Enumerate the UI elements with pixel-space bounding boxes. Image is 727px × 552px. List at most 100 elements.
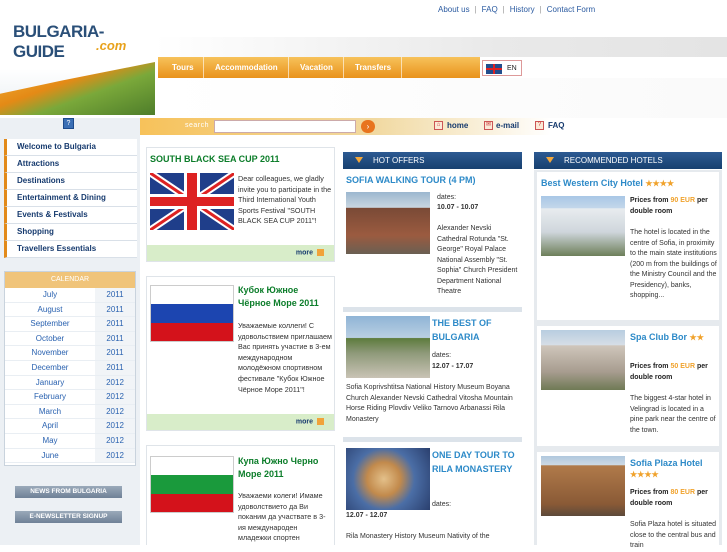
- home-link[interactable]: home: [447, 121, 468, 130]
- mail-icon: ✉: [484, 121, 493, 130]
- search-go-button[interactable]: ›: [361, 120, 375, 133]
- contact-link[interactable]: Contact Form: [547, 5, 595, 14]
- calendar-year[interactable]: 2011: [95, 360, 135, 375]
- calendar-month[interactable]: April: [5, 419, 95, 433]
- offer-photo[interactable]: [346, 448, 430, 510]
- news-card: SOUTH BLACK SEA CUP 2011 Dear colleagues…: [146, 147, 335, 262]
- offer-title[interactable]: SOFIA WALKING TOUR (4 PM): [346, 173, 476, 187]
- news-footer: more: [147, 245, 334, 261]
- language-label: EN: [507, 65, 517, 72]
- hotel-price: Prices from 90 EUR per double room: [630, 197, 708, 215]
- offer-photo[interactable]: [346, 316, 430, 378]
- hotel-name-row: Best Western City Hotel ★★★★: [541, 178, 674, 188]
- hotel-name[interactable]: Spa Club Bor: [630, 332, 687, 342]
- more-link[interactable]: more: [296, 418, 324, 425]
- menu-item-entertainment[interactable]: Entertainment & Dining: [4, 190, 137, 207]
- more-link[interactable]: more: [296, 249, 324, 256]
- nav-divider: [203, 57, 204, 78]
- news-from-bulgaria-button[interactable]: NEWS FROM BULGARIA: [15, 486, 122, 498]
- hotel-text: Sofia Plaza hotel is situated close to t…: [630, 521, 716, 549]
- hotel-card: Spa Club Bor ★★ Prices from 50 EUR per d…: [537, 326, 719, 446]
- search-input[interactable]: [214, 120, 356, 133]
- offer-dates-label: dates:: [437, 194, 457, 201]
- nav-accommodation[interactable]: Accommodation: [215, 63, 278, 72]
- calendar-month[interactable]: March: [5, 405, 95, 419]
- hotel-name[interactable]: Best Western City Hotel: [541, 178, 643, 188]
- calendar-month[interactable]: May: [5, 434, 95, 448]
- faq-quick-link[interactable]: FAQ: [548, 121, 564, 130]
- nav-tours[interactable]: Tours: [172, 63, 194, 72]
- menu-item-welcome[interactable]: Welcome to Bulgaria: [4, 139, 137, 156]
- calendar-year[interactable]: 2012: [95, 448, 135, 463]
- hotel-name-row: Sofia Plaza Hotel ★★★★: [630, 458, 718, 480]
- hotel-text: The hotel is located in the centre of So…: [630, 229, 717, 299]
- calendar-month[interactable]: November: [5, 346, 95, 360]
- newsletter-signup-button[interactable]: E-NEWSLETTER SIGNUP: [15, 511, 122, 523]
- star-rating-icon: ★★★★: [645, 179, 675, 188]
- calendar-month[interactable]: July: [5, 288, 95, 302]
- calendar-month[interactable]: September: [5, 317, 95, 331]
- menu-item-events[interactable]: Events & Festivals: [4, 207, 137, 224]
- calendar-year[interactable]: 2012: [95, 404, 135, 419]
- calendar-month[interactable]: February: [5, 390, 95, 404]
- site-logo[interactable]: BULGARIA-GUIDE .com: [0, 0, 155, 115]
- hotel-photo[interactable]: [541, 456, 625, 516]
- nav-transfers[interactable]: Transfers: [355, 63, 391, 72]
- calendar-month[interactable]: January: [5, 376, 95, 390]
- calendar-month[interactable]: June: [5, 449, 95, 463]
- offer-title[interactable]: THE BEST OF BULGARIA: [432, 316, 520, 344]
- question-icon: ?: [535, 121, 544, 130]
- calendar-row: February 2012: [5, 390, 135, 405]
- calendar-year[interactable]: 2012: [95, 375, 135, 390]
- calendar-year[interactable]: 2012: [95, 390, 135, 404]
- news-title[interactable]: Кубок Южное Чёрное Море 2011: [238, 284, 333, 310]
- about-link[interactable]: About us: [438, 5, 470, 14]
- history-link[interactable]: History: [510, 5, 535, 14]
- calendar-year[interactable]: 2012: [95, 433, 135, 448]
- star-rating-icon: ★★: [689, 333, 704, 342]
- header-band: [155, 37, 727, 57]
- calendar-row: November 2011: [5, 346, 135, 361]
- news-card: Купа Южно Черно Море 2011 Уважаеми колег…: [146, 445, 335, 545]
- logo-graphic: [0, 62, 155, 115]
- logo-text: BULGARIA-GUIDE: [13, 22, 104, 61]
- calendar-row: June 2012: [5, 448, 135, 464]
- hotel-name[interactable]: Sofia Plaza Hotel: [630, 458, 703, 468]
- menu-item-shopping[interactable]: Shopping: [4, 224, 137, 241]
- star-rating-icon: ★★★★: [630, 470, 659, 479]
- hotel-photo[interactable]: [541, 196, 625, 256]
- news-title[interactable]: SOUTH BLACK SEA CUP 2011: [150, 154, 280, 164]
- calendar-row: December 2011: [5, 360, 135, 376]
- faq-link[interactable]: FAQ: [482, 5, 498, 14]
- nav-divider: [343, 57, 344, 78]
- offer-photo[interactable]: [346, 192, 430, 254]
- search-label: search: [185, 122, 210, 129]
- hotel-photo[interactable]: [541, 330, 625, 390]
- calendar-month[interactable]: December: [5, 361, 95, 375]
- menu-item-destinations[interactable]: Destinations: [4, 173, 137, 190]
- menu-item-essentials[interactable]: Travellers Essentials: [4, 241, 137, 258]
- hotel-price: Prices from 80 EUR per double room: [630, 489, 708, 507]
- calendar-year[interactable]: 2011: [95, 331, 135, 346]
- help-icon[interactable]: ?: [63, 118, 74, 129]
- calendar-year[interactable]: 2011: [95, 288, 135, 302]
- calendar-year[interactable]: 2011: [95, 346, 135, 360]
- nav-vacation[interactable]: Vacation: [300, 63, 333, 72]
- russia-flag-image: [150, 285, 234, 342]
- calendar-month[interactable]: August: [5, 303, 95, 317]
- calendar-year[interactable]: 2011: [95, 317, 135, 331]
- nav-divider: [288, 57, 289, 78]
- calendar-month[interactable]: October: [5, 332, 95, 346]
- calendar-row: April 2012: [5, 419, 135, 434]
- calendar-row: January 2012: [5, 375, 135, 391]
- calendar-year[interactable]: 2011: [95, 302, 135, 317]
- email-link[interactable]: e-mail: [496, 121, 519, 130]
- calendar-row: May 2012: [5, 433, 135, 449]
- news-title[interactable]: Купа Южно Черно Море 2011: [238, 455, 333, 481]
- offer-title[interactable]: ONE DAY TOUR TO RILA MONASTERY: [432, 448, 520, 476]
- offer-text: Alexander Nevski Cathedral Rotunda "St. …: [437, 225, 518, 295]
- calendar-year[interactable]: 2012: [95, 419, 135, 433]
- arrow-icon: [317, 249, 324, 256]
- menu-item-attractions[interactable]: Attractions: [4, 156, 137, 173]
- language-selector[interactable]: EN: [482, 60, 522, 76]
